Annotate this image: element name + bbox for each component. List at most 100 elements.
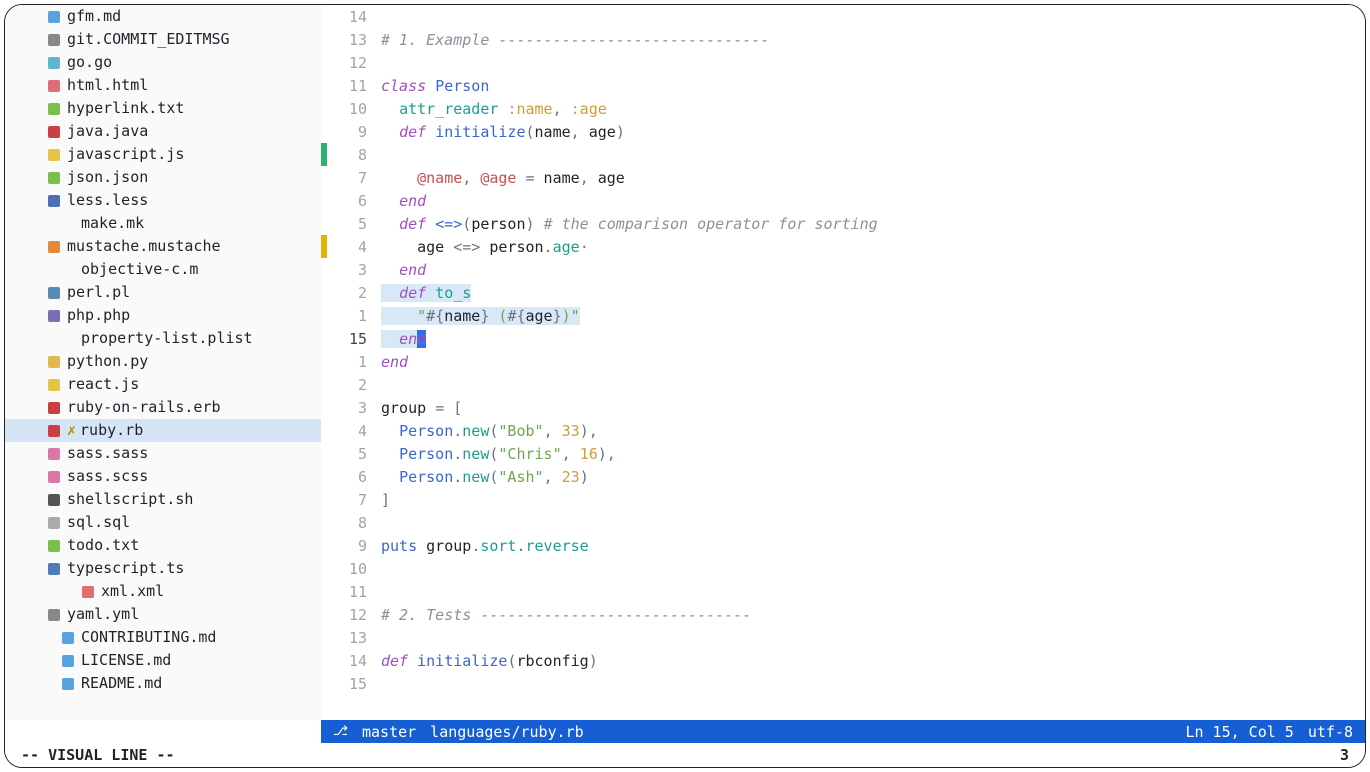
file-explorer[interactable]: gfm.mdgit.COMMIT_EDITMSGgo.gohtml.htmlhy… [5, 5, 321, 720]
code-line[interactable]: 14 [321, 5, 1365, 28]
code-content[interactable]: "#{name} (#{age})" [381, 307, 580, 325]
code-content[interactable]: end [381, 192, 426, 210]
line-number: 1 [327, 353, 381, 371]
code-line[interactable]: 15 end [321, 327, 1365, 350]
js-icon [47, 148, 61, 162]
code-line[interactable]: 7 @name, @age = name, age [321, 166, 1365, 189]
file-item-git-commit-editmsg[interactable]: git.COMMIT_EDITMSG [5, 28, 321, 51]
code-content[interactable]: # 2. Tests -----------------------------… [381, 606, 751, 624]
file-path: languages/ruby.rb [430, 723, 584, 741]
file-item-gfm-md[interactable]: gfm.md [5, 5, 321, 28]
code-line[interactable]: 14def initialize(rbconfig) [321, 649, 1365, 672]
file-item-hyperlink-txt[interactable]: hyperlink.txt [5, 97, 321, 120]
file-item-license-md[interactable]: LICENSE.md [5, 649, 321, 672]
code-line[interactable]: 4 age <=> person.age· [321, 235, 1365, 258]
code-content[interactable]: def initialize(rbconfig) [381, 652, 598, 670]
status-bar: ⎇ master languages/ruby.rb Ln 15, Col 5 … [321, 720, 1365, 743]
line-number: 10 [327, 560, 381, 578]
code-content[interactable]: end [381, 330, 426, 348]
file-label: xml.xml [101, 580, 164, 603]
file-item-typescript-ts[interactable]: typescript.ts [5, 557, 321, 580]
file-item-ruby-on-rails-erb[interactable]: ruby-on-rails.erb [5, 396, 321, 419]
code-content[interactable]: Person.new("Chris", 16), [381, 445, 616, 463]
code-content[interactable]: Person.new("Ash", 23) [381, 468, 589, 486]
code-line[interactable]: 10 [321, 557, 1365, 580]
file-item-yaml-yml[interactable]: yaml.yml [5, 603, 321, 626]
code-content[interactable]: group = [ [381, 399, 462, 417]
file-label: property-list.plist [81, 327, 253, 350]
code-line[interactable]: 6 end [321, 189, 1365, 212]
code-content[interactable]: def to_s [381, 284, 471, 302]
file-label: objective-c.m [81, 258, 198, 281]
file-label: README.md [81, 672, 162, 695]
code-line[interactable]: 1 "#{name} (#{age})" [321, 304, 1365, 327]
code-line[interactable]: 2 [321, 373, 1365, 396]
code-line[interactable]: 11class Person [321, 74, 1365, 97]
file-item-python-py[interactable]: python.py [5, 350, 321, 373]
file-item-sass-scss[interactable]: sass.scss [5, 465, 321, 488]
file-item-json-json[interactable]: json.json [5, 166, 321, 189]
file-item-react-js[interactable]: react.js [5, 373, 321, 396]
code-line[interactable]: 5 Person.new("Chris", 16), [321, 442, 1365, 465]
code-line[interactable]: 15 [321, 672, 1365, 695]
file-item-make-mk[interactable]: make.mk [5, 212, 321, 235]
file-item-contributing-md[interactable]: CONTRIBUTING.md [5, 626, 321, 649]
code-content[interactable]: # 1. Example ---------------------------… [381, 31, 769, 49]
code-line[interactable]: 12# 2. Tests ---------------------------… [321, 603, 1365, 626]
file-label: typescript.ts [67, 557, 184, 580]
code-line[interactable]: 9puts group.sort.reverse [321, 534, 1365, 557]
file-item-property-list-plist[interactable]: property-list.plist [5, 327, 321, 350]
file-item-java-java[interactable]: java.java [5, 120, 321, 143]
file-item-xml-xml[interactable]: xml.xml [5, 580, 321, 603]
code-line[interactable]: 8 [321, 511, 1365, 534]
code-line[interactable]: 5 def <=>(person) # the comparison opera… [321, 212, 1365, 235]
code-line[interactable]: 8 [321, 143, 1365, 166]
file-item-less-less[interactable]: less.less [5, 189, 321, 212]
branch-name: master [362, 723, 416, 741]
file-label: json.json [67, 166, 148, 189]
file-label: less.less [67, 189, 148, 212]
file-item-objective-c-m[interactable]: objective-c.m [5, 258, 321, 281]
code-line[interactable]: 7] [321, 488, 1365, 511]
code-line[interactable]: 6 Person.new("Ash", 23) [321, 465, 1365, 488]
code-editor[interactable]: 1413# 1. Example -----------------------… [321, 5, 1365, 720]
file-label: hyperlink.txt [67, 97, 184, 120]
file-item-sass-sass[interactable]: sass.sass [5, 442, 321, 465]
file-item-perl-pl[interactable]: perl.pl [5, 281, 321, 304]
file-item-html-html[interactable]: html.html [5, 74, 321, 97]
code-content[interactable]: puts group.sort.reverse [381, 537, 589, 555]
code-content[interactable]: attr_reader :name, :age [381, 100, 607, 118]
file-item-ruby-rb[interactable]: ✗ruby.rb [5, 419, 321, 442]
code-line[interactable]: 13 [321, 626, 1365, 649]
code-line[interactable]: 12 [321, 51, 1365, 74]
code-line[interactable]: 13# 1. Example -------------------------… [321, 28, 1365, 51]
file-item-readme-md[interactable]: README.md [5, 672, 321, 695]
code-content[interactable]: end [381, 261, 426, 279]
code-line[interactable]: 3group = [ [321, 396, 1365, 419]
code-content[interactable]: age <=> person.age· [381, 238, 589, 256]
file-item-shellscript-sh[interactable]: shellscript.sh [5, 488, 321, 511]
code-content[interactable]: @name, @age = name, age [381, 169, 625, 187]
code-line[interactable]: 3 end [321, 258, 1365, 281]
code-line[interactable]: 1end [321, 350, 1365, 373]
code-line[interactable]: 4 Person.new("Bob", 33), [321, 419, 1365, 442]
code-content[interactable]: def <=>(person) # the comparison operato… [381, 215, 878, 233]
file-item-javascript-js[interactable]: javascript.js [5, 143, 321, 166]
js-icon [47, 378, 61, 392]
sh-icon [47, 493, 61, 507]
file-item-php-php[interactable]: php.php [5, 304, 321, 327]
code-line[interactable]: 11 [321, 580, 1365, 603]
code-content[interactable]: def initialize(name, age) [381, 123, 625, 141]
file-item-mustache-mustache[interactable]: mustache.mustache [5, 235, 321, 258]
code-line[interactable]: 9 def initialize(name, age) [321, 120, 1365, 143]
code-line[interactable]: 2 def to_s [321, 281, 1365, 304]
code-content[interactable]: class Person [381, 77, 489, 95]
file-item-go-go[interactable]: go.go [5, 51, 321, 74]
code-content[interactable]: Person.new("Bob", 33), [381, 422, 598, 440]
pl-icon [47, 286, 61, 300]
code-content[interactable]: end [381, 353, 408, 371]
file-item-todo-txt[interactable]: todo.txt [5, 534, 321, 557]
file-item-sql-sql[interactable]: sql.sql [5, 511, 321, 534]
code-content[interactable]: ] [381, 491, 390, 509]
code-line[interactable]: 10 attr_reader :name, :age [321, 97, 1365, 120]
